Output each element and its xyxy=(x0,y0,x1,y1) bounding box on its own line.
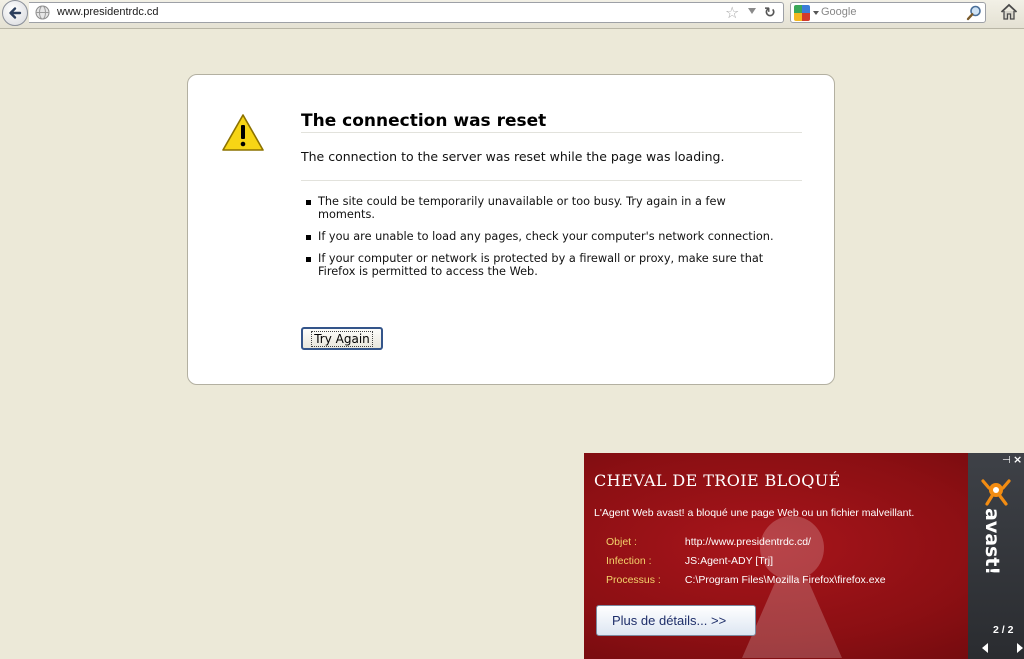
avast-notification: CHEVAL DE TROIE BLOQUÉ L'Agent Web avast… xyxy=(584,453,1024,659)
dropdown-icon[interactable] xyxy=(748,8,756,14)
avast-message: L'Agent Web avast! a bloqué une page Web… xyxy=(594,507,915,519)
pin-icon[interactable]: ⊣ xyxy=(1002,455,1011,466)
search-input[interactable]: Google xyxy=(821,6,856,18)
avast-row-infection: Infection : JS:Agent-ADY [Trj] xyxy=(606,555,773,567)
avast-row-value: C:\Program Files\Mozilla Firefox\firefox… xyxy=(684,574,886,586)
avast-row-label: Objet : xyxy=(606,536,637,548)
star-icon[interactable]: ☆ xyxy=(725,3,739,23)
back-button[interactable] xyxy=(2,0,28,26)
avast-pager: 2 / 2 xyxy=(993,624,1014,636)
warning-icon xyxy=(222,114,264,151)
next-arrow-icon[interactable] xyxy=(1017,643,1023,653)
description-divider xyxy=(301,180,802,181)
globe-icon xyxy=(35,5,50,20)
error-suggestions: The site could be temporarily unavailabl… xyxy=(305,195,775,287)
title-divider xyxy=(301,132,802,133)
error-short-description: The connection to the server was reset w… xyxy=(301,149,725,164)
try-again-button[interactable]: Try Again xyxy=(301,327,383,350)
list-item: The site could be temporarily unavailabl… xyxy=(305,195,775,221)
list-item: If your computer or network is protected… xyxy=(305,252,775,278)
reload-icon[interactable]: ↻ xyxy=(764,3,776,23)
more-details-button[interactable]: Plus de détails... >> xyxy=(596,605,756,636)
browser-toolbar: www.presidentrdc.cd ☆ ↻ Google xyxy=(0,0,1024,29)
google-icon[interactable] xyxy=(794,5,810,21)
url-bar[interactable]: www.presidentrdc.cd ☆ ↻ xyxy=(29,2,784,23)
list-item: If you are unable to load any pages, che… xyxy=(305,230,775,243)
avast-brand: avast! xyxy=(981,508,1003,576)
try-again-label: Try Again xyxy=(311,330,373,347)
error-title: The connection was reset xyxy=(301,111,547,131)
avast-row-value: http://www.presidentrdc.cd/ xyxy=(684,536,811,548)
search-icon[interactable] xyxy=(965,4,983,22)
url-text[interactable]: www.presidentrdc.cd xyxy=(57,6,159,18)
back-arrow-icon xyxy=(9,7,22,19)
prev-arrow-icon[interactable] xyxy=(982,643,988,653)
avast-row-process: Processus : C:\Program Files\Mozilla Fir… xyxy=(606,574,886,586)
avast-mascot-icon xyxy=(981,479,1011,506)
avast-row-label: Infection : xyxy=(606,555,652,567)
search-bar[interactable]: Google xyxy=(790,2,986,23)
home-icon[interactable] xyxy=(999,2,1019,22)
avast-row-value: JS:Agent-ADY [Trj] xyxy=(684,555,774,567)
avast-sidebar: ⊣ × avast! 2 / 2 xyxy=(968,453,1024,659)
error-panel: The connection was reset The connection … xyxy=(187,74,835,385)
close-icon[interactable]: × xyxy=(1013,453,1022,466)
avast-title: CHEVAL DE TROIE BLOQUÉ xyxy=(594,471,841,490)
search-engine-dropdown-icon[interactable] xyxy=(813,11,819,15)
avast-row-label: Processus : xyxy=(606,574,661,586)
avast-row-object: Objet : http://www.presidentrdc.cd/ xyxy=(606,536,811,548)
